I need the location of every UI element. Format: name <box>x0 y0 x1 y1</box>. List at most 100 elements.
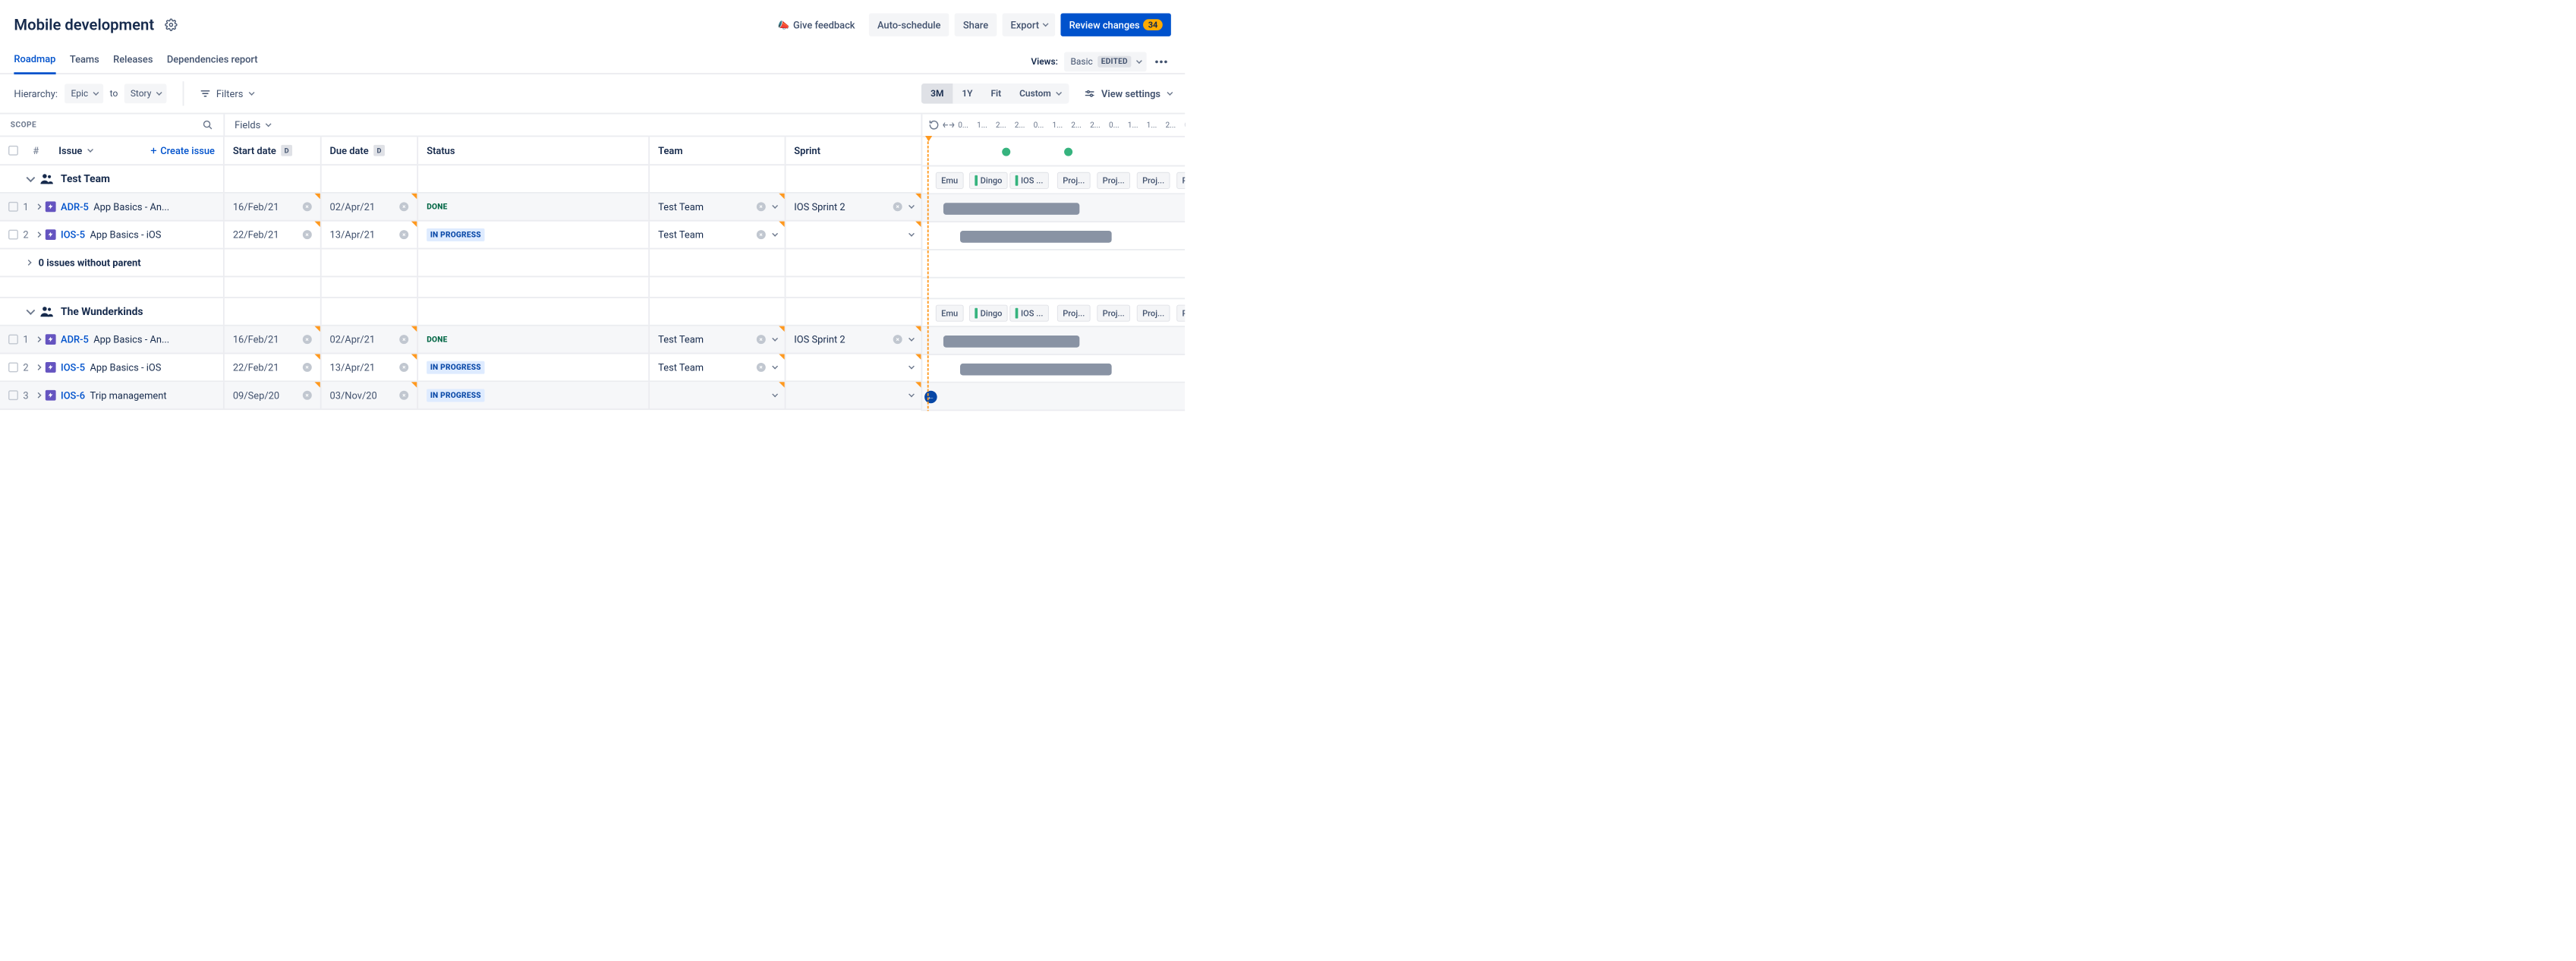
filters-button[interactable]: Filters <box>200 88 253 99</box>
issue-key[interactable]: ADR-5 <box>61 334 89 345</box>
sprint-chip[interactable]: Proj... <box>1057 172 1091 189</box>
due-date-value[interactable]: 02/Apr/21 <box>330 334 376 345</box>
clear-icon[interactable]: × <box>303 363 312 372</box>
start-date-value[interactable]: 16/Feb/21 <box>233 201 279 213</box>
sprint-chip[interactable]: Dingo <box>969 305 1008 322</box>
chevron-down-icon[interactable] <box>909 203 915 209</box>
range-1y[interactable]: 1Y <box>953 83 981 104</box>
issue-row[interactable]: 1 ADR-5 App Basics - An... 16/Feb/21× 02… <box>0 194 921 222</box>
due-date-value[interactable]: 13/Apr/21 <box>330 229 376 241</box>
issue-key[interactable]: ADR-5 <box>61 201 89 213</box>
create-issue-button[interactable]: + Create issue <box>150 144 215 157</box>
clear-icon[interactable]: × <box>399 335 408 344</box>
start-date-value[interactable]: 09/Sep/20 <box>233 389 279 401</box>
chevron-right-icon[interactable] <box>36 232 42 238</box>
chevron-down-icon[interactable] <box>772 336 778 342</box>
tab-roadmap[interactable]: Roadmap <box>14 50 55 74</box>
row-checkbox[interactable] <box>8 335 18 345</box>
sprint-chip[interactable]: Proj... <box>1057 305 1091 322</box>
col-team[interactable]: Team <box>650 137 786 164</box>
autoschedule-button[interactable]: Auto-schedule <box>869 13 949 36</box>
issue-row[interactable]: 1 ADR-5 App Basics - An... 16/Feb/21× 02… <box>0 326 921 354</box>
more-button[interactable] <box>1151 52 1171 71</box>
collapse-expand-button[interactable] <box>943 121 955 128</box>
settings-button[interactable] <box>164 17 178 31</box>
col-start-date[interactable]: Start date D <box>225 137 322 164</box>
issue-row[interactable]: 3 IOS-6 Trip management 09/Sep/20× 03/No… <box>0 382 921 410</box>
clear-icon[interactable]: × <box>303 230 312 239</box>
scroll-to-issue-button[interactable]: ← <box>924 391 937 404</box>
due-date-value[interactable]: 03/Nov/20 <box>330 389 377 401</box>
clear-icon[interactable]: × <box>757 363 766 372</box>
range-custom[interactable]: Custom <box>1010 83 1069 104</box>
sprint-chip[interactable]: Proj... <box>1097 305 1130 322</box>
sprint-chip[interactable]: Proj... <box>1097 172 1130 189</box>
sprint-chip[interactable]: IOS ... <box>1009 305 1048 322</box>
clear-icon[interactable]: × <box>303 335 312 344</box>
select-all-checkbox[interactable] <box>8 146 18 156</box>
timeline-bar[interactable] <box>943 336 1079 348</box>
col-issue[interactable]: Issue <box>58 145 91 156</box>
undo-button[interactable] <box>929 120 940 131</box>
issue-key[interactable]: IOS-5 <box>61 361 85 373</box>
sprint-chip[interactable]: Proj... <box>1137 172 1170 189</box>
issue-key[interactable]: IOS-5 <box>61 229 85 241</box>
clear-icon[interactable]: × <box>303 202 312 211</box>
sprint-chip[interactable]: IOS ... <box>1009 172 1048 189</box>
row-checkbox[interactable] <box>8 390 18 400</box>
issue-row[interactable]: 2 IOS-5 App Basics - iOS 22/Feb/21× 13/A… <box>0 354 921 382</box>
chevron-down-icon[interactable] <box>772 203 778 209</box>
chevron-down-icon[interactable] <box>909 336 915 342</box>
feedback-button[interactable]: 📣 Give feedback <box>769 13 863 36</box>
share-button[interactable]: Share <box>955 13 997 36</box>
hierarchy-to[interactable]: Story <box>124 83 167 103</box>
tab-releases[interactable]: Releases <box>113 51 153 73</box>
clear-icon[interactable]: × <box>399 230 408 239</box>
clear-icon[interactable]: × <box>757 230 766 239</box>
row-checkbox[interactable] <box>8 202 18 212</box>
start-date-value[interactable]: 22/Feb/21 <box>233 229 279 241</box>
review-changes-button[interactable]: Review changes 34 <box>1061 13 1171 36</box>
clear-icon[interactable]: × <box>757 202 766 211</box>
release-marker[interactable] <box>1064 148 1072 156</box>
sprint-chip[interactable]: Proj... <box>1137 305 1170 322</box>
row-checkbox[interactable] <box>8 362 18 372</box>
chevron-down-icon[interactable] <box>909 392 915 398</box>
chevron-right-icon[interactable] <box>36 336 42 342</box>
clear-icon[interactable]: × <box>399 363 408 372</box>
sprint-chip[interactable]: Emu <box>936 172 964 189</box>
range-fit[interactable]: Fit <box>981 83 1010 104</box>
chevron-down-icon[interactable] <box>909 364 915 370</box>
clear-icon[interactable]: × <box>303 391 312 400</box>
col-sprint[interactable]: Sprint <box>786 137 921 164</box>
sprint-chip[interactable]: P <box>1176 172 1185 189</box>
issue-row[interactable]: 2 IOS-5 App Basics - iOS 22/Feb/21× 13/A… <box>0 222 921 250</box>
clear-icon[interactable]: × <box>757 335 766 344</box>
search-icon[interactable] <box>203 120 213 131</box>
chevron-down-icon[interactable] <box>772 231 778 237</box>
group-row[interactable]: The Wunderkinds <box>0 298 921 326</box>
clear-icon[interactable]: × <box>399 391 408 400</box>
row-checkbox[interactable] <box>8 230 18 240</box>
chevron-down-icon[interactable] <box>772 364 778 370</box>
range-3m[interactable]: 3M <box>921 83 953 104</box>
group-row[interactable]: Test Team <box>0 165 921 194</box>
chevron-right-icon[interactable] <box>36 364 42 370</box>
group-footer[interactable]: 0 issues without parent <box>0 249 921 277</box>
start-date-value[interactable]: 16/Feb/21 <box>233 334 279 345</box>
tab-teams[interactable]: Teams <box>70 51 99 73</box>
start-date-value[interactable]: 22/Feb/21 <box>233 361 279 373</box>
clear-icon[interactable]: × <box>399 202 408 211</box>
hierarchy-from[interactable]: Epic <box>65 83 103 103</box>
sprint-chip[interactable]: P <box>1176 305 1185 322</box>
due-date-value[interactable]: 13/Apr/21 <box>330 361 376 373</box>
clear-icon[interactable]: × <box>893 335 902 344</box>
export-button[interactable]: Export <box>1003 13 1056 36</box>
chevron-right-icon[interactable] <box>36 392 42 399</box>
col-due-date[interactable]: Due date D <box>321 137 418 164</box>
timeline-bar[interactable] <box>960 231 1112 243</box>
clear-icon[interactable]: × <box>893 202 902 211</box>
sprint-chip[interactable]: Emu <box>936 305 964 322</box>
chevron-down-icon[interactable] <box>909 231 915 237</box>
release-marker[interactable] <box>1002 148 1010 156</box>
